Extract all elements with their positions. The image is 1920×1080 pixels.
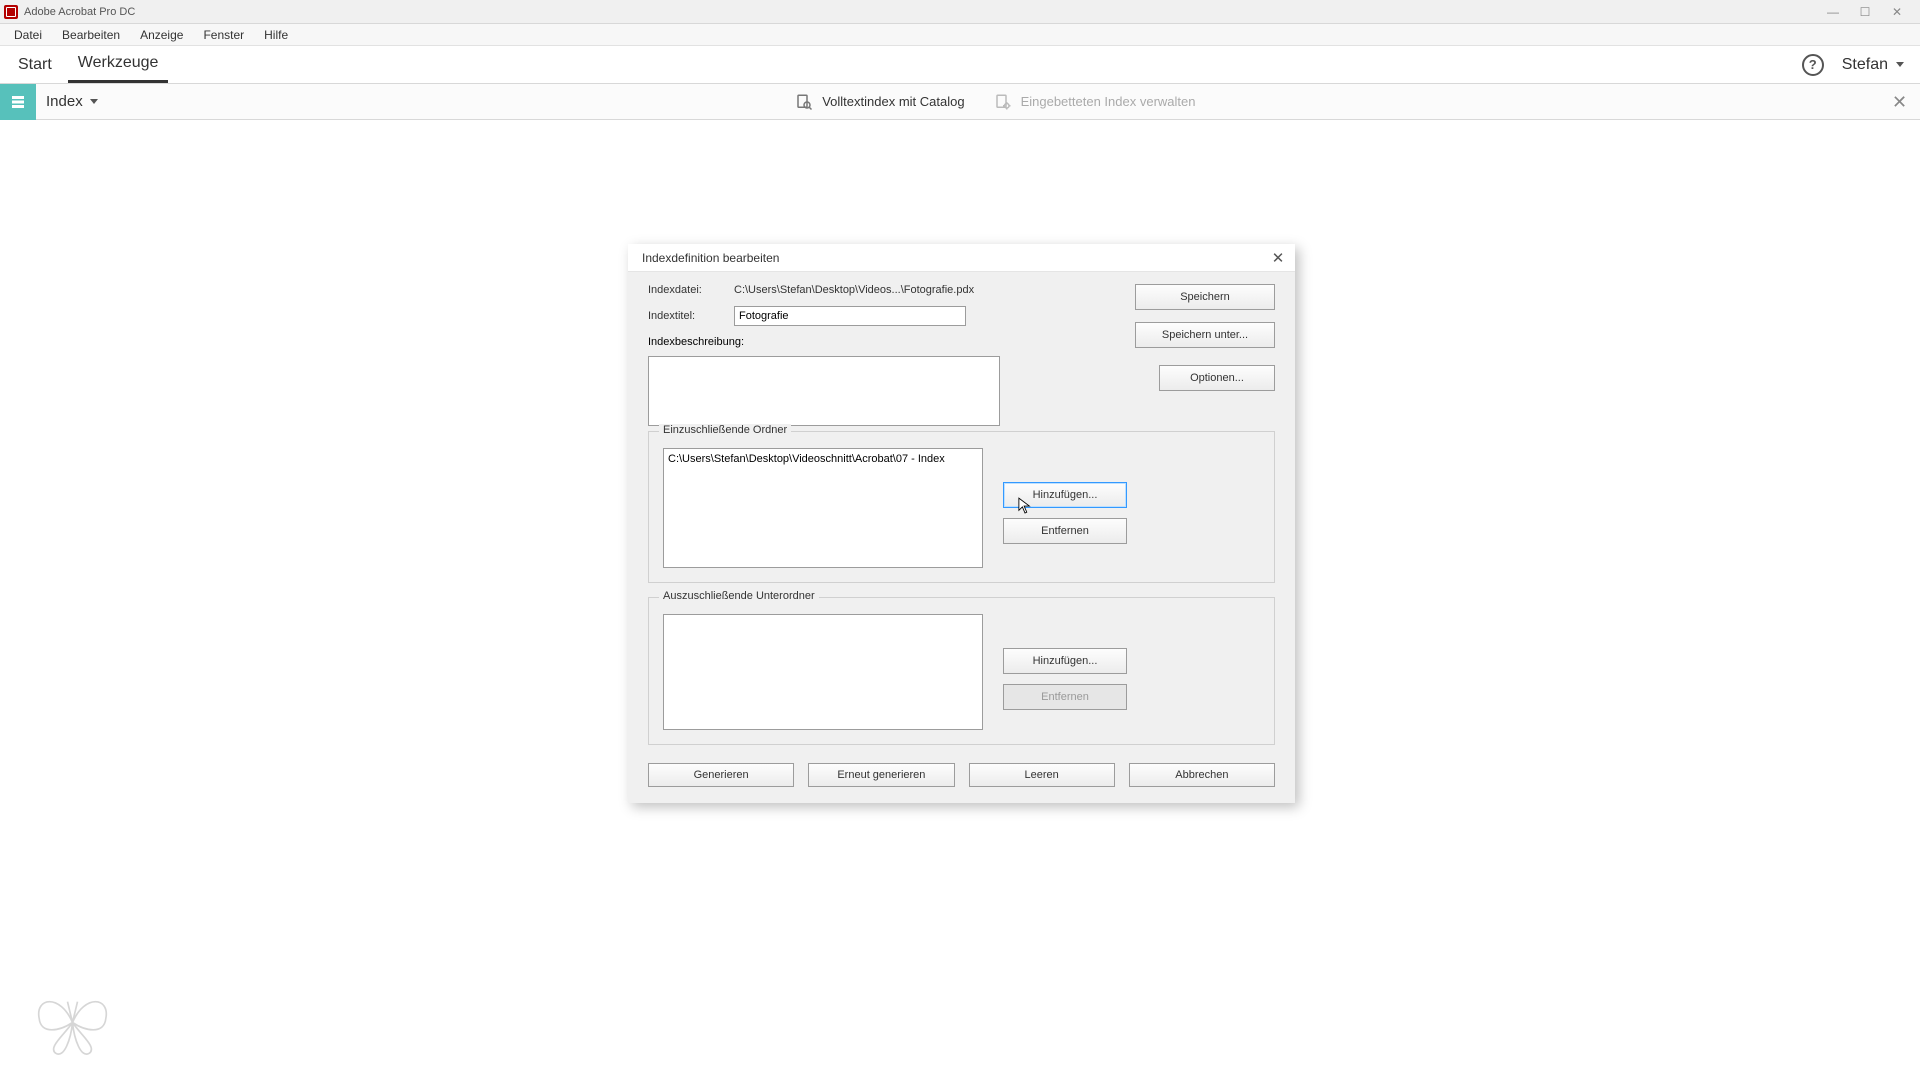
close-toolrow-button[interactable]: ✕ [1892,94,1908,110]
cmd-label: Volltextindex mit Catalog [822,94,964,109]
tool-dropdown[interactable]: Index [46,93,98,110]
clear-button[interactable]: Leeren [969,763,1115,787]
cancel-button[interactable]: Abbrechen [1129,763,1275,787]
dialog-titlebar: Indexdefinition bearbeiten ✕ [628,244,1295,272]
minimize-button[interactable]: — [1826,5,1840,19]
butterfly-watermark [30,985,115,1060]
indextitle-label: Indextitel: [648,310,734,322]
tab-start[interactable]: Start [8,46,62,83]
indexfile-value: C:\Users\Stefan\Desktop\Videos...\Fotogr… [734,284,974,296]
app-title: Adobe Acrobat Pro DC [24,6,135,18]
menubar: Datei Bearbeiten Anzeige Fenster Hilfe [0,24,1920,46]
maximize-button[interactable]: ☐ [1858,5,1872,19]
cmd-label: Eingebetteten Index verwalten [1021,94,1196,109]
cmd-embedded-index: Eingebetteten Index verwalten [993,92,1196,112]
exclude-legend: Auszuschließende Unterordner [659,590,819,602]
tool-row: Index Volltextindex mit Catalog Eingebet… [0,84,1920,120]
index-tool-icon [0,84,36,120]
list-item[interactable]: C:\Users\Stefan\Desktop\Videoschnitt\Acr… [668,453,978,465]
menu-view[interactable]: Anzeige [130,26,193,44]
regenerate-button[interactable]: Erneut generieren [808,763,954,787]
window-titlebar: Adobe Acrobat Pro DC — ☐ ✕ [0,0,1920,24]
include-legend: Einzuschließende Ordner [659,424,791,436]
chevron-down-icon [90,99,98,104]
include-remove-button[interactable]: Entfernen [1003,518,1127,544]
include-folders-listbox[interactable]: C:\Users\Stefan\Desktop\Videoschnitt\Acr… [663,448,983,568]
chevron-down-icon [1896,62,1904,67]
include-add-button[interactable]: Hinzufügen... [1003,482,1127,508]
cursor-icon [1018,497,1032,515]
indexfile-label: Indexdatei: [648,284,734,296]
menu-file[interactable]: Datei [4,26,52,44]
save-button[interactable]: Speichern [1135,284,1275,310]
generate-button[interactable]: Generieren [648,763,794,787]
exclude-remove-button: Entfernen [1003,684,1127,710]
exclude-subfolders-listbox[interactable] [663,614,983,730]
description-textarea[interactable] [648,356,1000,426]
help-icon[interactable]: ? [1802,54,1824,76]
document-search-icon [794,92,814,112]
edit-index-definition-dialog: Indexdefinition bearbeiten ✕ Speichern S… [628,244,1295,803]
include-folders-fieldset: Einzuschließende Ordner C:\Users\Stefan\… [648,431,1275,583]
subnav: Start Werkzeuge ? Stefan [0,46,1920,84]
app-icon [4,5,18,19]
menu-window[interactable]: Fenster [193,26,254,44]
tool-name: Index [46,93,83,110]
cmd-fulltext-catalog[interactable]: Volltextindex mit Catalog [794,92,964,112]
indextitle-input[interactable] [734,306,966,326]
dialog-title-text: Indexdefinition bearbeiten [642,251,779,265]
document-gear-icon [993,92,1013,112]
user-menu[interactable]: Stefan [1842,56,1904,74]
dialog-close-button[interactable]: ✕ [1267,249,1289,267]
options-button[interactable]: Optionen... [1159,365,1275,391]
tab-tools[interactable]: Werkzeuge [68,46,169,83]
close-window-button[interactable]: ✕ [1890,5,1904,19]
user-name: Stefan [1842,56,1888,74]
exclude-add-button[interactable]: Hinzufügen... [1003,648,1127,674]
menu-edit[interactable]: Bearbeiten [52,26,130,44]
exclude-subfolders-fieldset: Auszuschließende Unterordner Hinzufügen.… [648,597,1275,745]
save-as-button[interactable]: Speichern unter... [1135,322,1275,348]
menu-help[interactable]: Hilfe [254,26,298,44]
